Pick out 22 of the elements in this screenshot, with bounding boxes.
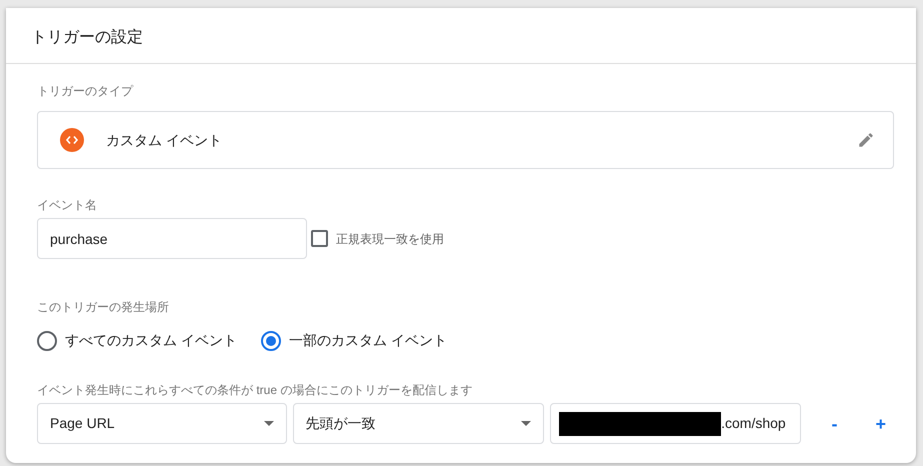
code-icon	[60, 128, 84, 152]
variable-dropdown[interactable]: Page URL	[37, 403, 287, 444]
event-name-field[interactable]: purchase	[37, 218, 307, 259]
checkbox-label: 正規表現一致を使用	[336, 230, 444, 248]
add-button[interactable]: +	[867, 414, 894, 432]
field-label: このトリガーの発生場所	[37, 299, 170, 316]
dropdown-caret-icon	[264, 421, 274, 426]
field-label: トリガーのタイプ	[37, 83, 134, 100]
card-title: トリガーの設定	[31, 29, 143, 46]
value-field[interactable]: .com/shop	[550, 403, 802, 444]
radio-button[interactable]	[260, 330, 281, 350]
trigger-type-selector[interactable]: カスタム イベント	[37, 111, 894, 169]
radio-label: 一部のカスタム イベント	[288, 331, 447, 350]
field-label: イベント発生時にこれらすべての条件が true の場合にこのトリガーを配信します	[37, 382, 474, 399]
radio-label: すべてのカスタム イベント	[65, 331, 237, 350]
edit-icon[interactable]	[857, 131, 875, 149]
operator-dropdown[interactable]: 先頭が一致	[292, 403, 544, 444]
checkbox[interactable]	[311, 230, 328, 247]
dropdown-caret-icon	[521, 421, 532, 426]
radio-button[interactable]	[37, 330, 57, 350]
remove-button[interactable]: -	[823, 414, 846, 432]
field-label: イベント名	[37, 197, 98, 214]
